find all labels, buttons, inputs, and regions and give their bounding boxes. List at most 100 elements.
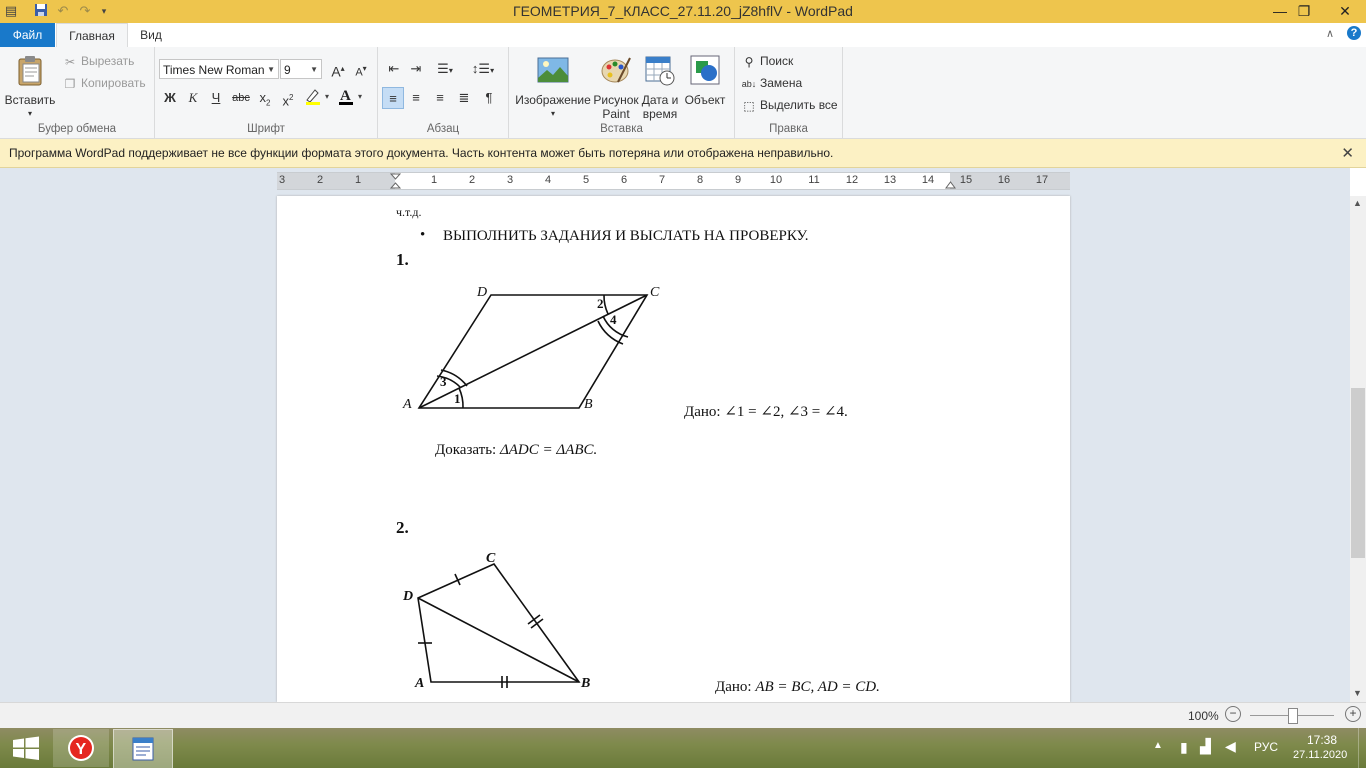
compatibility-info-bar: Программа WordPad поддерживает не все фу…	[0, 139, 1366, 168]
object-label: Объект	[684, 93, 726, 107]
find-label: Поиск	[760, 54, 794, 68]
prove-prefix: Доказать:	[435, 442, 497, 458]
highlight-color-icon[interactable]: ▾	[303, 87, 333, 109]
increase-indent-icon[interactable]: ⇥	[405, 58, 427, 80]
parallelogram-figure: A B C D 1 3 2 4	[402, 285, 660, 412]
scroll-thumb[interactable]	[1351, 388, 1365, 558]
given-statement: AB = BC, AD = CD.	[755, 679, 880, 695]
paragraph-settings-icon[interactable]: ¶	[478, 87, 500, 109]
tab-view[interactable]: Вид	[132, 23, 170, 47]
paste-icon	[18, 56, 42, 86]
font-size-select[interactable]: 9 ▼	[280, 59, 322, 79]
ruler-number: 2	[468, 174, 476, 186]
scroll-up-icon[interactable]: ▲	[1353, 198, 1362, 208]
indent-marker-icon[interactable]	[390, 173, 401, 189]
font-color-icon[interactable]: A ▾	[338, 87, 368, 109]
angle-label-4: 4	[610, 312, 617, 327]
select-all-button[interactable]: ⬚ Выделить все	[741, 95, 837, 115]
align-left-icon[interactable]: ≡	[382, 87, 404, 109]
clipboard-group: Вставить ▾ ✂ Вырезать ❐ Копировать Буфер о…	[0, 47, 155, 138]
line-spacing-icon[interactable]: ↕☰▾	[468, 58, 498, 80]
insert-group: Изображение ▾ Рисунок Paint Дата и время	[509, 47, 735, 138]
given-prefix: Дано:	[684, 404, 721, 420]
taskbar-wordpad[interactable]	[113, 729, 173, 769]
angle-label-1: 1	[454, 391, 461, 406]
ruler-number: 8	[696, 174, 704, 186]
title-bar: ▤ ↶ ↷ ▾ ГЕОМЕТРИЯ_7_КЛАСС_27.11.20_jZ8hf…	[0, 0, 1366, 23]
language-indicator[interactable]: РУС	[1254, 740, 1278, 754]
volume-icon[interactable]: ◀	[1225, 738, 1236, 755]
decrease-indent-icon[interactable]: ⇤	[383, 58, 405, 80]
help-icon[interactable]: ?	[1347, 26, 1361, 40]
zoom-out-icon[interactable]: −	[1225, 706, 1241, 722]
document-page[interactable]: ч.т.д. • ВЫПОЛНИТЬ ЗАДАНИЯ И ВЫСЛАТЬ НА …	[277, 196, 1070, 702]
font-size-value: 9	[284, 63, 291, 77]
window-title: ГЕОМЕТРИЯ_7_КЛАСС_27.11.20_jZ8hflV - Wor…	[513, 3, 853, 19]
maximize-icon[interactable]: ❐	[1290, 0, 1318, 23]
superscript-icon[interactable]: x2	[277, 87, 299, 109]
align-justify-icon[interactable]: ≣	[453, 87, 475, 109]
show-desktop-button[interactable]	[1358, 728, 1366, 768]
shrink-font-icon[interactable]: A▾	[350, 58, 372, 80]
insert-object-button[interactable]: Объект	[683, 51, 727, 107]
clipboard-group-label: Буфер обмена	[37, 123, 117, 135]
zoom-in-icon[interactable]: +	[1345, 706, 1361, 722]
bold-button[interactable]: Ж	[159, 87, 181, 109]
tab-home[interactable]: Главная	[56, 23, 128, 48]
wordpad-icon	[132, 737, 154, 761]
replace-button[interactable]: ab↓ Замена	[741, 73, 802, 93]
strikethrough-button[interactable]: abc	[230, 87, 252, 109]
insert-group-label: Вставка	[600, 123, 643, 135]
ruler-number: 17	[1035, 174, 1049, 186]
taskbar-yandex-browser[interactable]: Y	[53, 729, 109, 767]
ruler-number: 10	[769, 174, 783, 186]
given-prefix: Дано:	[715, 679, 752, 695]
start-button[interactable]	[0, 729, 52, 767]
svg-text:▾: ▾	[358, 92, 362, 101]
paste-label: Вставить	[4, 93, 56, 107]
collapse-ribbon-icon[interactable]: ∧	[1326, 27, 1334, 40]
close-icon[interactable]: ✕	[1341, 144, 1354, 162]
zoom-slider-thumb[interactable]	[1288, 708, 1298, 724]
find-button[interactable]: ⚲ Поиск	[741, 51, 794, 71]
insert-picture-button[interactable]: Изображение ▾	[513, 51, 593, 121]
font-group: Times New Roman ▼ 9 ▼ A▴ A▾ Ж К Ч abc x2 x…	[155, 47, 378, 138]
tab-file[interactable]: Файл	[0, 23, 55, 47]
chtd-text: ч.т.д.	[396, 205, 422, 219]
font-family-select[interactable]: Times New Roman ▼	[159, 59, 279, 79]
paint-palette-icon	[601, 57, 631, 83]
underline-button[interactable]: Ч	[205, 87, 227, 109]
network-signal-icon[interactable]: ▟	[1200, 738, 1211, 755]
copy-button[interactable]: ❐ Копировать	[62, 73, 146, 93]
right-indent-marker-icon[interactable]	[945, 181, 956, 189]
ruler[interactable]: 3 2 1 1 2 3 4 5 6 7 8 9 10 11 12 13 14 1…	[277, 172, 1070, 190]
clock-time[interactable]: 17:38	[1307, 733, 1337, 747]
vertical-scrollbar[interactable]: ▲ ▼	[1350, 196, 1366, 702]
copy-label: Копировать	[81, 76, 146, 90]
italic-button[interactable]: К	[182, 87, 204, 109]
battery-icon[interactable]: ▮	[1180, 739, 1188, 756]
align-right-icon[interactable]: ≡	[429, 87, 451, 109]
insert-picture-label: Изображение	[515, 93, 591, 107]
grow-font-icon[interactable]: A▴	[327, 58, 349, 80]
paste-button[interactable]: Вставить ▾	[4, 51, 56, 121]
date-time-button[interactable]: Дата и время	[639, 51, 681, 121]
ruler-number: 2	[316, 174, 324, 186]
ruler-number: 16	[997, 174, 1011, 186]
paint-drawing-button[interactable]: Рисунок Paint	[593, 51, 639, 121]
paragraph-group-label: Абзац	[426, 123, 460, 135]
align-center-icon[interactable]: ≡	[405, 87, 427, 109]
cut-button[interactable]: ✂ Вырезать	[62, 51, 134, 71]
close-window-icon[interactable]: ✕	[1324, 0, 1366, 23]
clock-date[interactable]: 27.11.2020	[1293, 749, 1347, 761]
copy-icon: ❐	[64, 76, 76, 91]
ruler-number: 1	[430, 174, 438, 186]
task-instruction: ВЫПОЛНИТЬ ЗАДАНИЯ И ВЫСЛАТЬ НА ПРОВЕРКУ.	[443, 228, 809, 244]
subscript-icon[interactable]: x2	[254, 87, 276, 109]
chevron-down-icon: ▼	[310, 65, 318, 74]
ruler-number: 15	[959, 174, 973, 186]
show-hidden-icons-icon[interactable]: ▲	[1153, 740, 1163, 751]
bullet-list-icon[interactable]: ☰▾	[430, 58, 460, 80]
scroll-down-icon[interactable]: ▼	[1353, 688, 1362, 698]
ruler-number: 5	[582, 174, 590, 186]
